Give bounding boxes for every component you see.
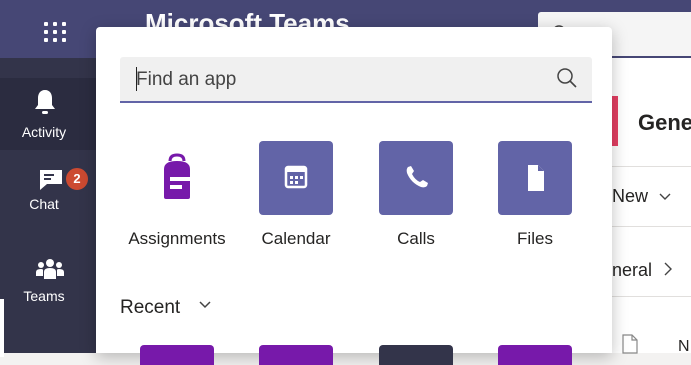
app-launcher-icon[interactable] (44, 22, 68, 42)
chat-icon (40, 170, 62, 190)
app-calendar[interactable]: Calendar (236, 141, 356, 251)
rail-item-label: Teams (23, 288, 65, 304)
app-name: Assignments (128, 229, 226, 248)
rail-item-chat[interactable]: 2 Chat (0, 152, 96, 224)
rail-item-label: Activity (21, 124, 67, 140)
left-rail: Activity 2 Chat Teams (0, 58, 96, 357)
team-avatar (612, 96, 618, 146)
app-assignments[interactable]: Assignments (117, 141, 237, 251)
find-app-field[interactable] (120, 57, 592, 103)
rail-item-label: Chat (29, 196, 59, 212)
chevron-right-icon (664, 262, 673, 276)
app-name: Calendar (261, 229, 331, 248)
breadcrumb[interactable]: neral (612, 260, 673, 281)
phone-icon (406, 166, 428, 188)
chat-unread-badge: 2 (64, 166, 90, 192)
rail-item-activity[interactable]: Activity (0, 78, 96, 150)
app-tile (498, 141, 572, 215)
calendar-icon (284, 165, 308, 189)
chevron-down-icon[interactable] (198, 299, 212, 311)
recent-section-toggle[interactable]: Recent (120, 297, 180, 319)
app-calls[interactable]: Calls (356, 141, 476, 251)
recent-app-tile[interactable] (498, 345, 572, 365)
recent-app-tile[interactable] (259, 345, 333, 365)
document-icon (622, 334, 638, 354)
apps-flyout: Assignments Calendar Calls (96, 27, 612, 365)
find-app-input[interactable] (134, 65, 538, 95)
new-button[interactable]: New (612, 186, 671, 207)
app-tile (140, 141, 214, 215)
breadcrumb-item: neral (612, 260, 653, 280)
recent-app-tile[interactable] (140, 345, 214, 365)
search-icon[interactable] (556, 67, 578, 89)
channel-title: Gene (638, 110, 691, 135)
new-button-label: New (612, 186, 649, 206)
app-name: Calls (397, 229, 435, 248)
divider (612, 296, 691, 297)
recent-app-tile[interactable] (379, 345, 453, 365)
app-name: Files (517, 229, 553, 248)
divider (612, 226, 691, 227)
text-caret (136, 67, 137, 91)
app-tile (379, 141, 453, 215)
chevron-down-icon (659, 193, 671, 200)
app-files[interactable]: Files (475, 141, 595, 251)
teams-icon (36, 259, 64, 279)
app-tile (259, 141, 333, 215)
file-list-column: N (678, 338, 690, 355)
rail-item-teams[interactable]: Teams (0, 236, 96, 308)
divider (612, 166, 691, 167)
bell-icon (35, 90, 55, 114)
channel-content: Gene New neral N (612, 58, 691, 355)
backpack-icon (164, 153, 190, 199)
recent-label: Recent (120, 297, 181, 318)
file-icon (528, 165, 544, 191)
